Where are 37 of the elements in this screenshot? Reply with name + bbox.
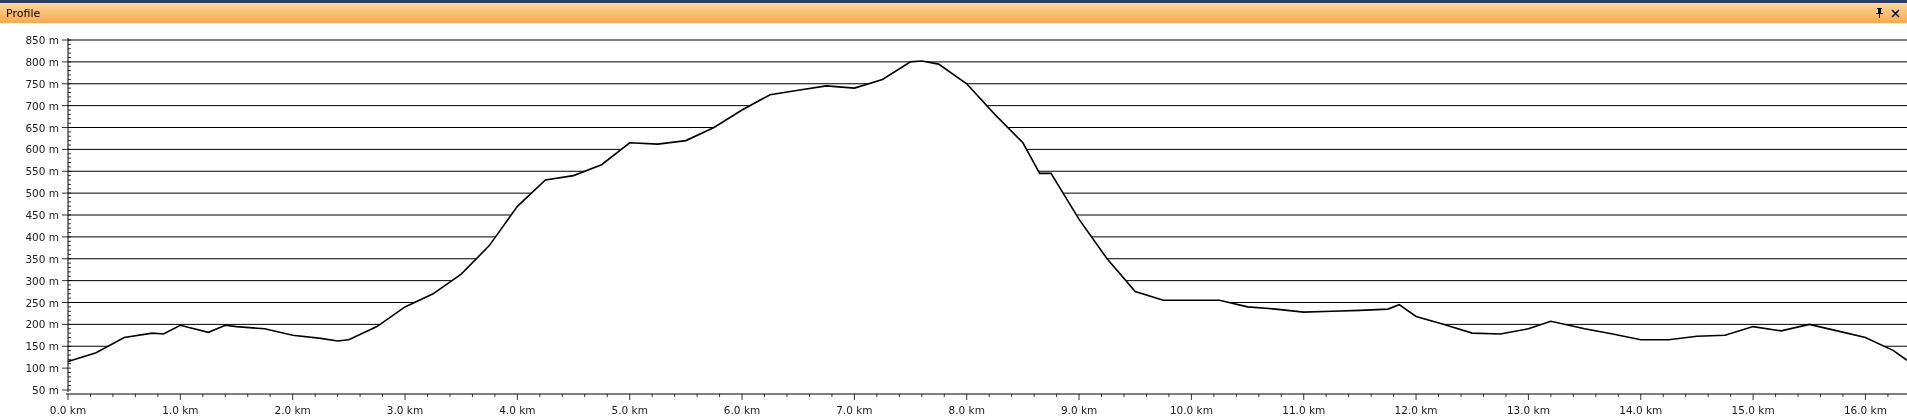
axis-label: 13.0 km — [1506, 404, 1550, 416]
axis-label: 4.0 km — [499, 404, 536, 416]
axis-label: 100 m — [25, 362, 59, 375]
axis-label: 550 m — [25, 165, 59, 178]
axis-label: 15.0 km — [1731, 404, 1775, 416]
axis-label: 12.0 km — [1394, 404, 1438, 416]
close-icon[interactable] — [1890, 7, 1901, 19]
axis-label: 10.0 km — [1169, 404, 1213, 416]
axis-label: 6.0 km — [723, 404, 761, 416]
axis-label: 3.0 km — [386, 404, 424, 416]
axis-label: 7.0 km — [836, 404, 873, 416]
axis-label: 8.0 km — [948, 404, 985, 416]
axis-label: 0.0 km — [49, 404, 87, 416]
axis-label: 1.0 km — [162, 404, 199, 416]
axis-label: 250 m — [25, 296, 59, 309]
axis-label: 300 m — [25, 274, 59, 287]
axis-label: 800 m — [25, 55, 59, 68]
pin-icon[interactable] — [1874, 7, 1885, 19]
axis-label: 400 m — [25, 230, 59, 243]
axis-label: 500 m — [25, 187, 59, 200]
axis-label: 450 m — [25, 209, 59, 221]
axis-label: 750 m — [25, 77, 59, 90]
axis-label: 9.0 km — [1060, 404, 1098, 416]
axis-label: 600 m — [25, 143, 59, 156]
axis-label: 700 m — [25, 99, 59, 112]
axis-label: 16.0 km — [1843, 404, 1887, 416]
axis-label: 350 m — [25, 252, 59, 265]
axis-label: 50 m — [32, 384, 59, 396]
axis-label: 11.0 km — [1282, 404, 1326, 416]
panel-title: Profile — [6, 6, 41, 20]
axis-label: 5.0 km — [611, 404, 648, 416]
axis-label: 650 m — [25, 121, 59, 134]
axis-label: 14.0 km — [1619, 404, 1663, 416]
axis-label: 2.0 km — [274, 404, 311, 416]
axis-label: 150 m — [25, 340, 59, 353]
axis-label: 850 m — [25, 34, 59, 46]
axis-label: 200 m — [25, 318, 59, 331]
